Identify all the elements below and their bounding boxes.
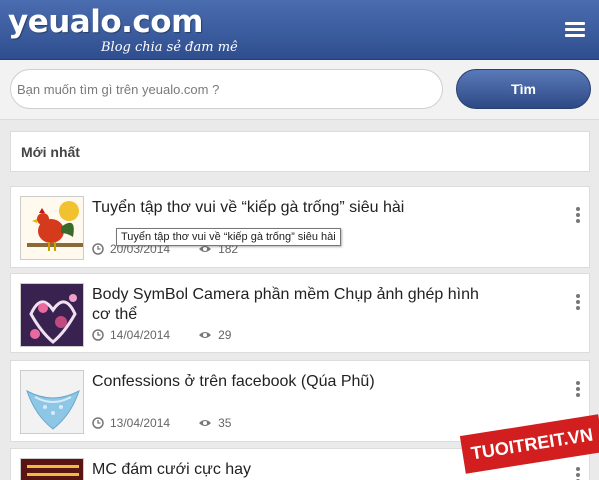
clock-icon: [92, 329, 104, 341]
app-header: yeualo.com Blog chia sẻ đam mê: [0, 0, 599, 60]
site-logo[interactable]: yeualo.com: [8, 4, 203, 40]
section-title: Mới nhất: [21, 144, 80, 160]
article-title[interactable]: MC đám cưới cực hay: [92, 460, 492, 480]
search-input[interactable]: [10, 69, 443, 109]
title-tooltip: Tuyển tập thơ vui về “kiếp gà trống” siê…: [116, 228, 341, 246]
article-title[interactable]: Body SymBol Camera phần mềm Chụp ảnh ghé…: [92, 285, 492, 325]
article-thumbnail-rooster[interactable]: [20, 196, 84, 260]
more-vertical-icon[interactable]: [575, 207, 581, 225]
more-vertical-icon[interactable]: [575, 381, 581, 399]
article-item[interactable]: Body SymBol Camera phần mềm Chụp ảnh ghé…: [10, 273, 590, 353]
article-title[interactable]: Confessions ở trên facebook (Qúa Phũ): [92, 372, 492, 392]
article-thumbnail-body-art[interactable]: [20, 283, 84, 347]
article-date: 14/04/2014: [110, 328, 171, 342]
clock-icon: [92, 417, 104, 429]
eye-icon: [199, 332, 212, 338]
article-thumbnail-lace[interactable]: [20, 370, 84, 434]
article-views: 35: [218, 416, 232, 430]
clock-icon: [92, 243, 104, 255]
more-vertical-icon[interactable]: [575, 467, 581, 480]
article-item[interactable]: Tuyển tập thơ vui về “kiếp gà trống” siê…: [10, 186, 590, 268]
hamburger-menu-icon[interactable]: [565, 22, 585, 38]
search-bar: Tìm: [0, 60, 599, 120]
latest-section-header: Mới nhất: [10, 131, 590, 172]
article-date: 13/04/2014: [110, 416, 171, 430]
article-meta: 13/04/2014 35: [92, 416, 231, 430]
article-meta: 14/04/2014 29: [92, 328, 231, 342]
article-views: 29: [218, 328, 232, 342]
eye-icon: [199, 420, 212, 426]
article-title[interactable]: Tuyển tập thơ vui về “kiếp gà trống” siê…: [92, 198, 492, 218]
site-tagline: Blog chia sẻ đam mê: [101, 40, 238, 55]
search-button[interactable]: Tìm: [456, 69, 591, 109]
article-thumbnail-mc-book[interactable]: [20, 458, 84, 480]
more-vertical-icon[interactable]: [575, 294, 581, 312]
